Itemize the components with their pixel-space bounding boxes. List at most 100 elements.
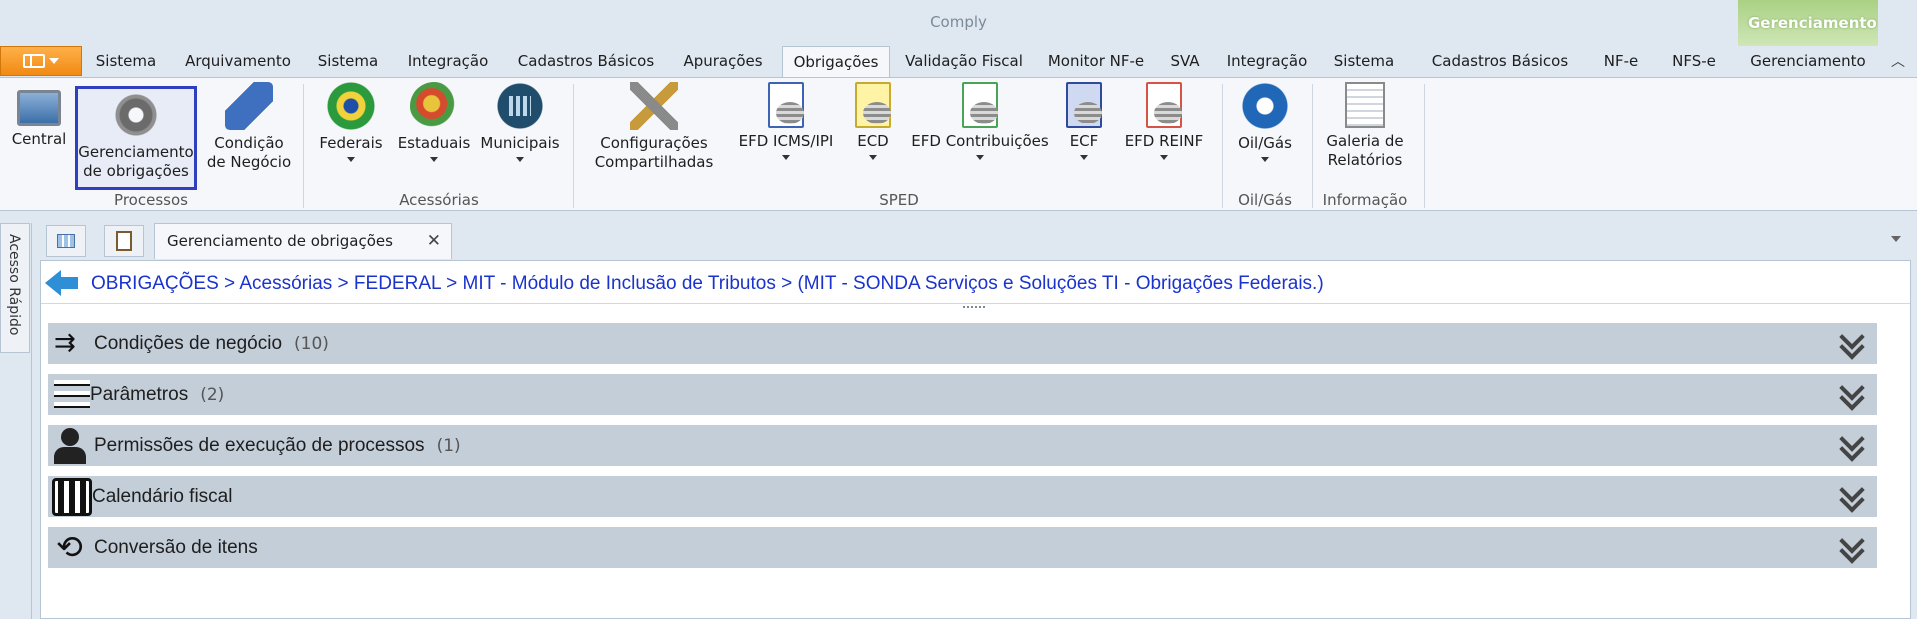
tab-cadastros-basicos[interactable]: Cadastros Básicos — [510, 46, 662, 77]
tab-nfse[interactable]: NFS-e — [1664, 46, 1724, 77]
document-icon — [962, 82, 998, 128]
group-separator — [573, 84, 574, 208]
double-chevron-down-icon[interactable] — [1837, 381, 1865, 409]
ecf-button[interactable]: ECF — [1060, 82, 1108, 160]
tab-list-dropdown-icon[interactable] — [1891, 236, 1901, 242]
city-icon — [496, 82, 544, 130]
main-content: OBRIGAÇÕES > Acessórias > FEDERAL > MIT … — [40, 260, 1911, 619]
section-count: (10) — [294, 333, 329, 354]
doc-tab-title: Gerenciamento de obrigações — [167, 232, 393, 250]
close-icon[interactable]: ✕ — [427, 224, 441, 258]
monitor-icon — [17, 90, 61, 126]
gerenciamento-obrigacoes-button[interactable]: Gerenciamento de obrigações — [75, 86, 197, 190]
brazil-flag-icon — [327, 82, 375, 130]
ribbon-tabs: Sistema Arquivamento Sistema Integração … — [0, 46, 1917, 78]
tab-apuracoes[interactable]: Apurações — [676, 46, 770, 77]
double-chevron-down-icon[interactable] — [1837, 534, 1865, 562]
tab-arquivamento[interactable]: Arquivamento — [180, 46, 296, 77]
tab-sistema-3[interactable]: Sistema — [1328, 46, 1400, 77]
configuracoes-compartilhadas-button[interactable]: Configurações Compartilhadas — [584, 82, 724, 172]
group-acessorias: Acessórias — [399, 191, 479, 209]
ecf-label: ECF — [1069, 132, 1099, 150]
group-separator — [1312, 84, 1313, 208]
ecd-label: ECD — [857, 132, 889, 150]
gerenciamento-label: Gerenciamento de obrigações — [78, 143, 194, 180]
tab-nfe[interactable]: NF-e — [1594, 46, 1648, 77]
municipais-button[interactable]: Municipais — [478, 82, 562, 162]
section-permissoes[interactable]: Permissões de execução de processos (1) — [48, 425, 1877, 466]
document-icon — [855, 82, 891, 128]
tab-gerenciamento[interactable]: Gerenciamento — [1740, 46, 1876, 77]
condicao-label: Condição de Negócio — [206, 134, 292, 171]
section-conversao-itens[interactable]: Conversão de itens — [48, 527, 1877, 568]
double-chevron-down-icon[interactable] — [1837, 432, 1865, 460]
gear-icon — [112, 91, 160, 139]
ecd-button[interactable]: ECD — [848, 82, 898, 160]
estaduais-label: Estaduais — [397, 134, 471, 152]
tab-validacao-fiscal[interactable]: Validação Fiscal — [900, 46, 1028, 77]
collapse-ribbon-icon[interactable]: ︿ — [1890, 54, 1906, 70]
grid-icon — [57, 234, 75, 248]
tab-gerenciamento-obrigacoes[interactable]: Gerenciamento de obrigações ✕ — [154, 223, 452, 259]
section-title: Parâmetros — [90, 383, 189, 405]
group-separator — [303, 84, 304, 208]
tab-monitor-nfe[interactable]: Monitor NF-e — [1042, 46, 1150, 77]
grid-view-tab[interactable] — [46, 225, 86, 257]
report-icon — [1345, 82, 1385, 128]
refresh-icon — [50, 528, 94, 566]
section-condicoes-negocio[interactable]: Condições de negócio (10) — [48, 323, 1877, 364]
tab-sistema[interactable]: Sistema — [90, 46, 162, 77]
efd-contribuicoes-button[interactable]: EFD Contribuições — [908, 82, 1052, 160]
chevron-down-icon — [430, 157, 438, 162]
context-tab-header[interactable]: Gerenciamento — [1738, 0, 1878, 46]
document-icon — [1066, 82, 1102, 128]
group-oil-gas: Oil/Gás — [1238, 191, 1292, 209]
quick-access-panel[interactable]: Acesso Rápido — [0, 223, 30, 353]
breadcrumb[interactable]: OBRIGAÇÕES > Acessórias > FEDERAL > MIT … — [91, 273, 1324, 295]
estaduais-button[interactable]: Estaduais — [394, 82, 474, 162]
federais-button[interactable]: Federais — [314, 82, 388, 162]
menu-icon — [23, 54, 45, 68]
tab-cadastros-basicos-2[interactable]: Cadastros Básicos — [1424, 46, 1576, 77]
chevron-down-icon — [347, 157, 355, 162]
tab-integracao[interactable]: Integração — [400, 46, 496, 77]
chevron-down-icon — [869, 155, 877, 160]
document-icon — [768, 82, 804, 128]
tab-obrigacoes[interactable]: Obrigações — [782, 46, 890, 78]
group-separator — [1222, 84, 1223, 208]
calendar-icon — [52, 477, 92, 516]
efd-icms-ipi-button[interactable]: EFD ICMS/IPI — [732, 82, 840, 160]
flow-arrows-icon — [50, 326, 94, 362]
group-processos: Processos — [114, 191, 188, 209]
chevron-down-icon — [1261, 157, 1269, 162]
feather-icon — [225, 82, 273, 130]
oil-gas-button[interactable]: Oil/Gás — [1230, 82, 1300, 162]
chevron-down-icon — [1080, 155, 1088, 160]
back-arrow-icon[interactable] — [45, 270, 78, 296]
double-chevron-down-icon[interactable] — [1837, 483, 1865, 511]
section-calendario-fiscal[interactable]: Calendário fiscal — [48, 476, 1877, 517]
splitter-handle[interactable] — [963, 306, 985, 310]
section-count: (2) — [200, 384, 225, 405]
double-chevron-down-icon[interactable] — [1837, 330, 1865, 358]
federais-label: Federais — [319, 134, 383, 152]
central-button[interactable]: Central — [6, 82, 72, 149]
section-parametros[interactable]: Parâmetros (2) — [48, 374, 1877, 415]
list-icon — [54, 379, 90, 410]
fuel-icon — [1241, 82, 1289, 130]
efd-reinf-button[interactable]: EFD REINF — [1118, 82, 1210, 160]
efd-reinf-label: EFD REINF — [1124, 132, 1204, 150]
chevron-down-icon — [782, 155, 790, 160]
tab-sva[interactable]: SVA — [1164, 46, 1206, 77]
ribbon-panel: Central Gerenciamento de obrigações Cond… — [0, 77, 1917, 211]
tab-sistema-2[interactable]: Sistema — [312, 46, 384, 77]
clipboard-tab[interactable] — [104, 225, 144, 257]
central-label: Central — [11, 130, 67, 148]
tab-integracao-2[interactable]: Integração — [1220, 46, 1314, 77]
galeria-relatorios-button[interactable]: Galeria de Relatórios — [1320, 82, 1410, 170]
configuracoes-label: Configurações Compartilhadas — [594, 134, 714, 171]
application-menu-button[interactable] — [0, 46, 82, 76]
group-sped: SPED — [879, 191, 919, 209]
section-title: Condições de negócio — [94, 332, 283, 354]
condicao-negocio-button[interactable]: Condição de Negócio — [204, 82, 294, 172]
